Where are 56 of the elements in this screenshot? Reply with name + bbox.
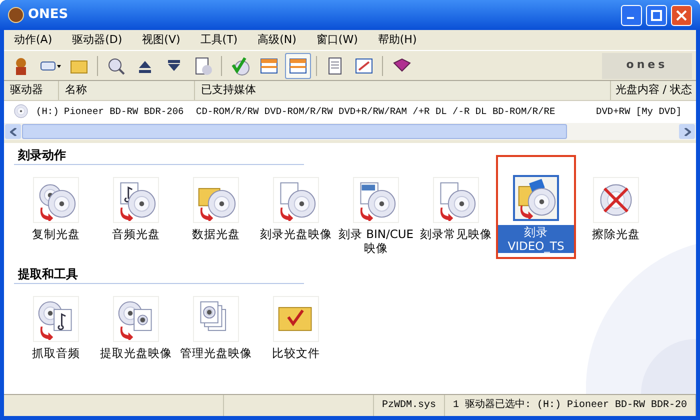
minimize-button[interactable]: [621, 4, 642, 26]
brand-logo: ones: [602, 52, 692, 78]
action-label: 刻录常见映像: [419, 227, 493, 241]
action-item[interactable]: 数据光盘: [176, 171, 256, 259]
disc-drive-icon: [12, 103, 30, 121]
toolbar-button[interactable]: [285, 52, 311, 78]
action-label: 刻录 VIDEO_TS: [496, 225, 576, 253]
status-text: 1 驱动器已选中: (H:) Pioneer BD-RW BDR-20: [444, 395, 696, 416]
maximize-button[interactable]: [646, 4, 667, 26]
action-label: 擦除光盘: [591, 227, 641, 241]
window-title: ONES: [28, 6, 68, 24]
horizontal-scrollbar[interactable]: [4, 123, 696, 140]
menu-item[interactable]: 驱动器(D): [66, 32, 128, 48]
minimize-icon: [626, 17, 634, 19]
menu-item[interactable]: 帮助(H): [372, 32, 423, 48]
menu-item[interactable]: 工具(T): [194, 32, 244, 48]
action-label: 比较文件: [271, 346, 321, 360]
action-label: 刻录 BIN/CUE 映像: [337, 227, 415, 255]
action-item[interactable]: 抓取音频: [16, 290, 96, 364]
column-header[interactable]: 已支持媒体: [195, 81, 610, 100]
app-logo-icon: [8, 7, 24, 23]
action-label: 音频光盘: [111, 227, 161, 241]
table-cell-text: CD-ROM/R/RW DVD-ROM/R/RW DVD+R/RW/RAM /+R DL /-R DL BD-ROM/R/RE: [196, 104, 556, 119]
action-item[interactable]: 刻录 VIDEO_TS: [496, 155, 576, 259]
action-item[interactable]: 刻录常见映像: [416, 171, 496, 259]
action-item[interactable]: 刻录 BIN/CUE 映像: [336, 171, 416, 259]
action-item[interactable]: 提取光盘映像: [96, 290, 176, 364]
menu-item[interactable]: 高级(N): [252, 32, 302, 48]
check-disc-icon: [229, 54, 251, 76]
table-cell-text: Pioneer BD-RW BDR-206: [64, 104, 185, 119]
menu-item[interactable]: 窗口(W): [310, 32, 364, 48]
action-label: 刻录光盘映像: [259, 227, 333, 241]
action-item[interactable]: 音频光盘: [96, 171, 176, 259]
section-title: 提取和工具: [14, 265, 304, 284]
maximize-icon: [651, 10, 662, 20]
status-text: PzWDM.sys: [374, 395, 445, 416]
table-cell-text: (H:): [36, 104, 60, 119]
menu-item[interactable]: 视图(V): [136, 32, 186, 48]
action-label: 数据光盘: [191, 227, 241, 241]
action-label: 管理光盘映像: [179, 346, 253, 360]
action-item[interactable]: 复制光盘: [16, 171, 96, 259]
action-item[interactable]: 刻录光盘映像: [256, 171, 336, 259]
table-cell-text: DVD+RW [My DVD]: [596, 104, 682, 119]
action-item[interactable]: 比较文件: [256, 290, 336, 364]
column-header[interactable]: 名称: [59, 81, 195, 100]
section-title: 刻录动作: [14, 146, 304, 165]
action-label: 抓取音频: [31, 346, 81, 360]
close-icon: [676, 10, 687, 20]
action-item[interactable]: 管理光盘映像: [176, 290, 256, 364]
menu-item[interactable]: 动作(A): [8, 32, 58, 48]
action-label: 复制光盘: [31, 227, 81, 241]
column-header[interactable]: 光盘内容 / 状态: [610, 81, 696, 100]
column-header[interactable]: 驱动器: [4, 81, 59, 100]
close-button[interactable]: [671, 4, 692, 26]
action-item[interactable]: 擦除光盘: [576, 171, 656, 259]
action-label: 提取光盘映像: [99, 346, 173, 360]
